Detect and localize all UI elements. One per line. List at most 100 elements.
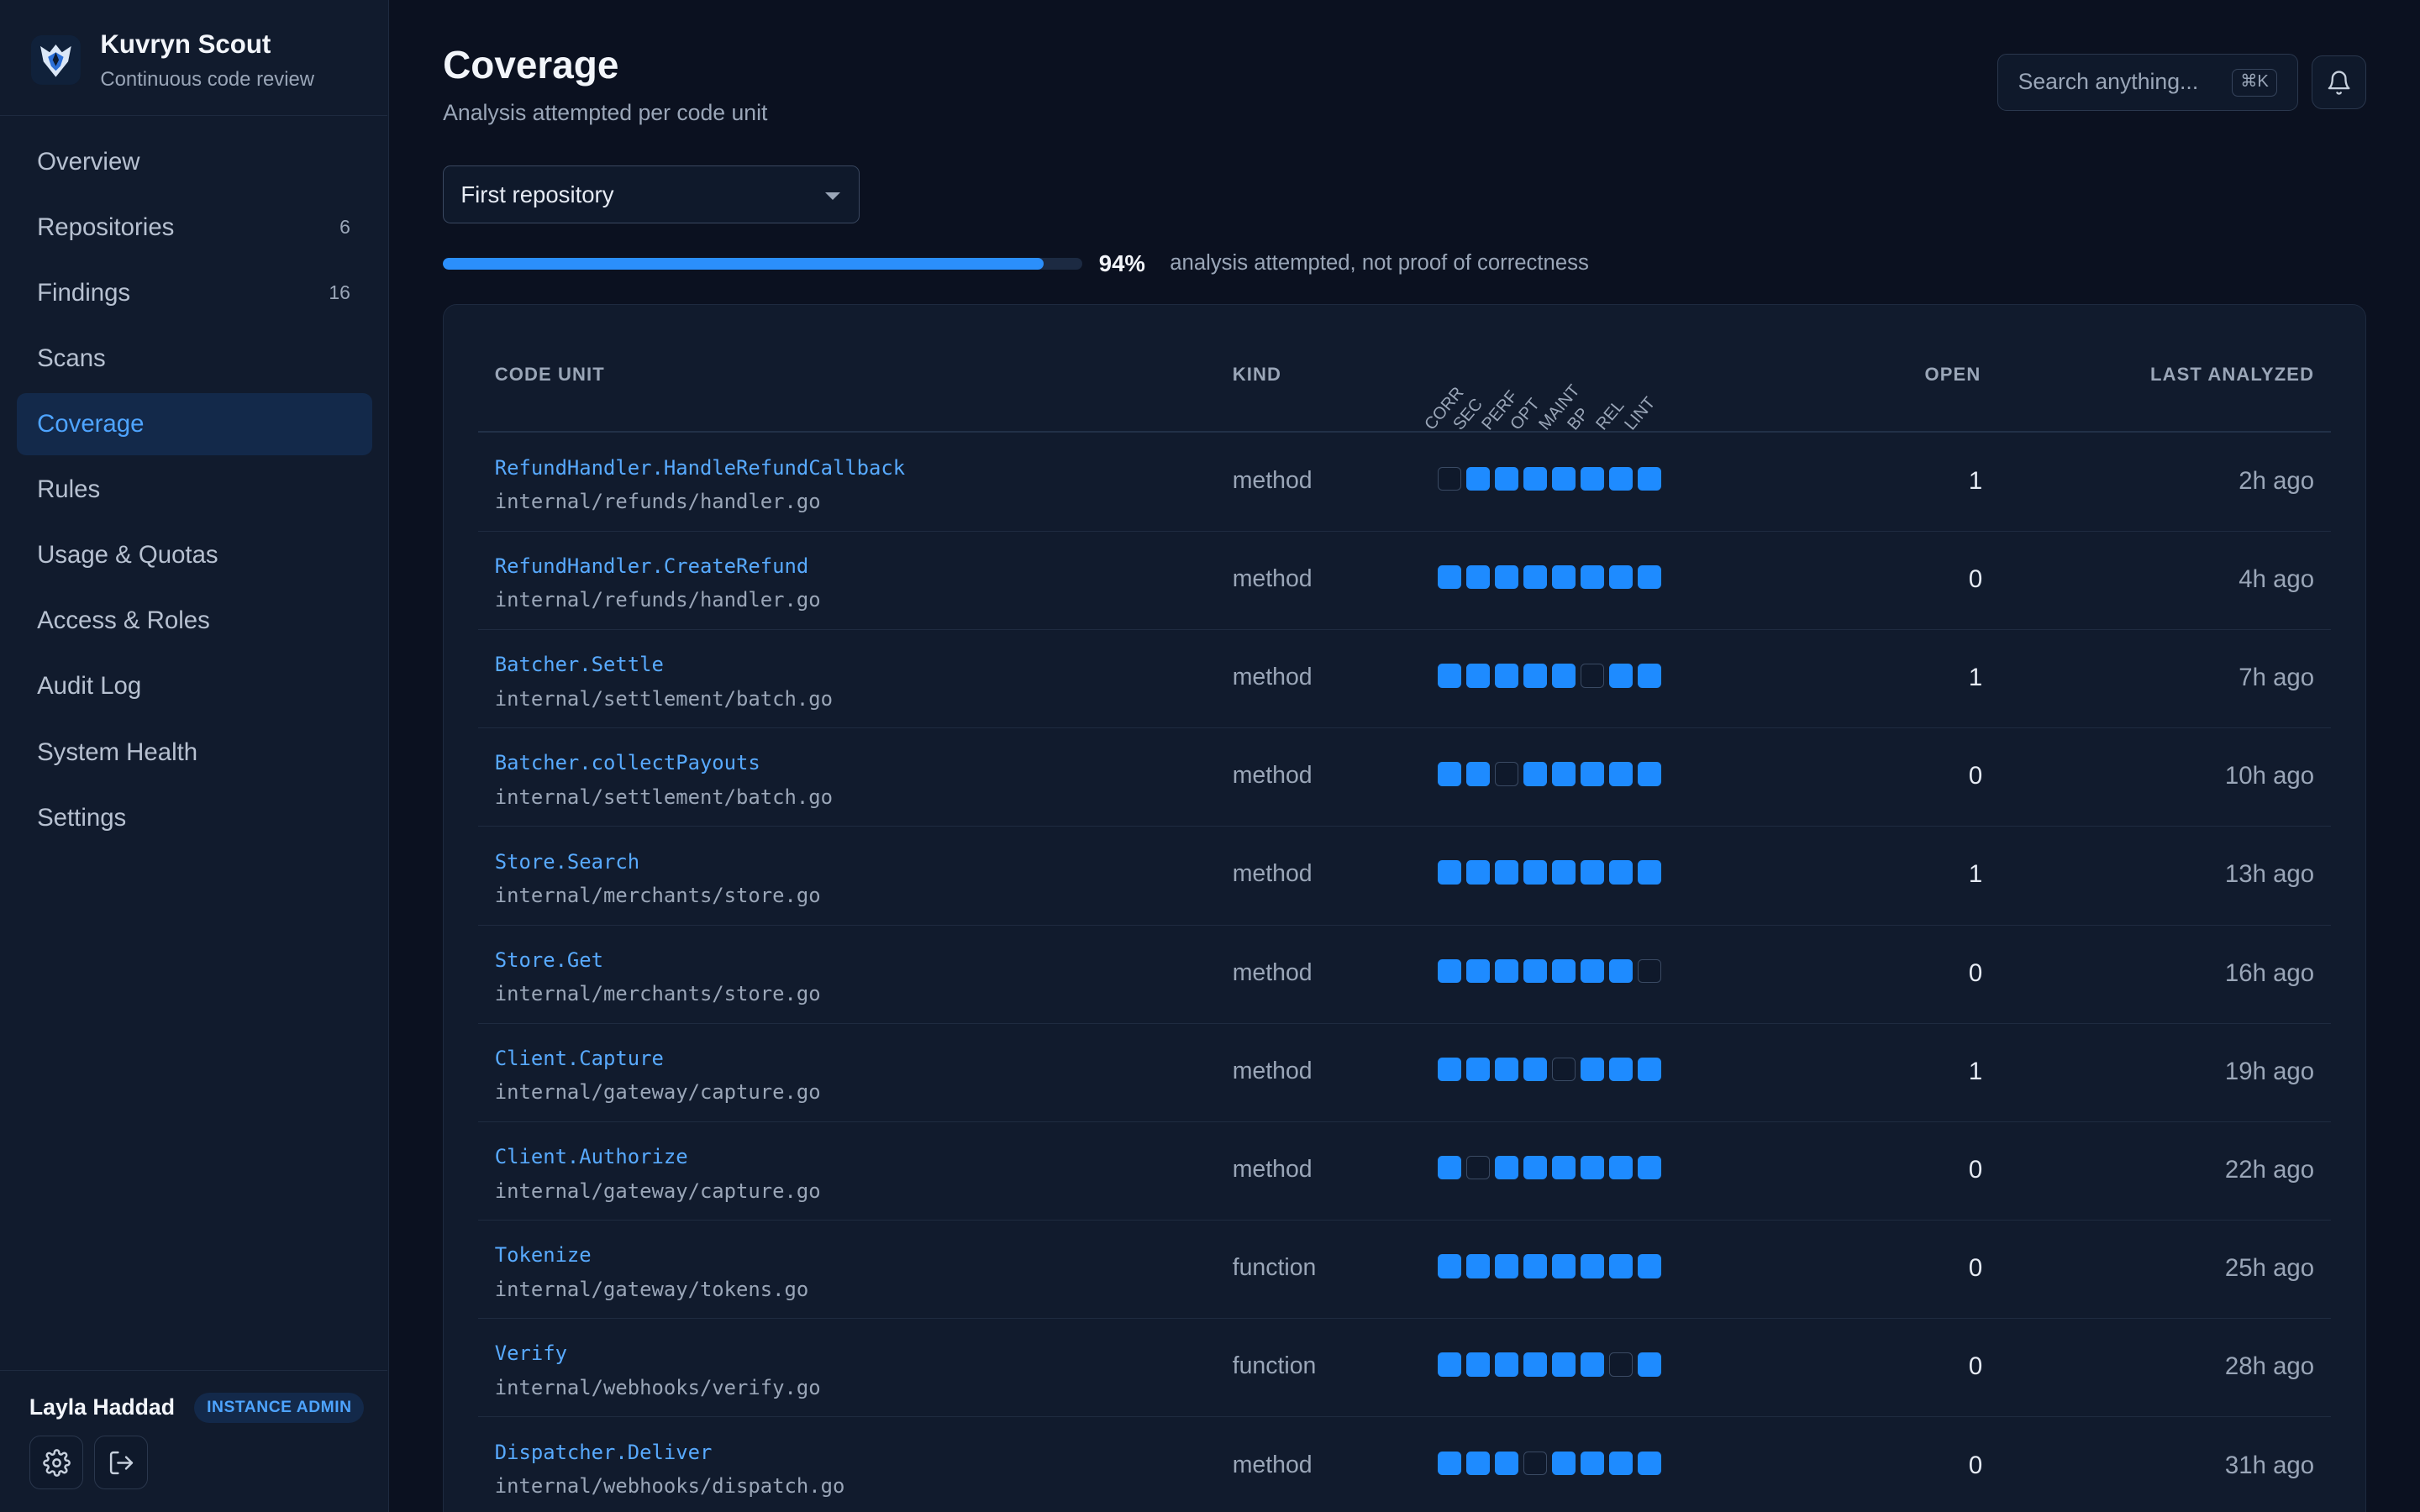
- coverage-cell-lint[interactable]: [1637, 1155, 1662, 1180]
- coverage-cell-corr[interactable]: [1437, 958, 1462, 984]
- table-row[interactable]: Store.Get internal/merchants/store.go meth…: [477, 925, 2332, 1024]
- sidebar-item-repositories[interactable]: Repositories 6: [17, 197, 371, 258]
- code-unit-link[interactable]: Batcher.Settle: [495, 653, 664, 676]
- coverage-cell-lint[interactable]: [1637, 958, 1662, 984]
- coverage-cell-rel[interactable]: [1608, 958, 1634, 984]
- coverage-cell-maint[interactable]: [1551, 1155, 1576, 1180]
- coverage-cell-lint[interactable]: [1637, 1057, 1662, 1082]
- coverage-cell-opt[interactable]: [1523, 958, 1548, 984]
- coverage-cell-opt[interactable]: [1523, 1057, 1548, 1082]
- coverage-cell-lint[interactable]: [1637, 860, 1662, 885]
- coverage-cell-lint[interactable]: [1637, 664, 1662, 688]
- coverage-cell-lint[interactable]: [1637, 466, 1662, 491]
- coverage-cell-bp[interactable]: [1580, 1254, 1605, 1278]
- coverage-cell-sec[interactable]: [1465, 1254, 1491, 1278]
- sidebar-item-access-roles[interactable]: Access & Roles: [17, 590, 371, 651]
- coverage-cell-opt[interactable]: [1523, 1352, 1548, 1377]
- coverage-cell-sec[interactable]: [1465, 762, 1491, 786]
- table-row[interactable]: RefundHandler.CreateRefund internal/refun…: [477, 531, 2332, 630]
- coverage-cell-perf[interactable]: [1494, 860, 1519, 885]
- coverage-cell-perf[interactable]: [1494, 466, 1519, 491]
- code-unit-link[interactable]: Verify: [495, 1341, 567, 1365]
- coverage-cell-maint[interactable]: [1551, 1451, 1576, 1475]
- coverage-cell-sec[interactable]: [1465, 1057, 1491, 1082]
- coverage-cell-perf[interactable]: [1494, 564, 1519, 590]
- coverage-cell-corr[interactable]: [1437, 466, 1462, 491]
- coverage-cell-corr[interactable]: [1437, 1352, 1462, 1377]
- coverage-cell-maint[interactable]: [1551, 564, 1576, 590]
- table-row[interactable]: Batcher.Settle internal/settlement/batch.…: [477, 630, 2332, 729]
- coverage-cell-opt[interactable]: [1523, 860, 1548, 885]
- table-row[interactable]: Dispatcher.Deliver internal/webhooks/disp…: [478, 1417, 2332, 1512]
- coverage-cell-corr[interactable]: [1437, 860, 1462, 885]
- sidebar-item-rules[interactable]: Rules: [17, 459, 371, 520]
- coverage-cell-maint[interactable]: [1551, 860, 1576, 885]
- coverage-cell-lint[interactable]: [1637, 1451, 1662, 1475]
- coverage-cell-bp[interactable]: [1580, 958, 1605, 984]
- sidebar-item-findings[interactable]: Findings 16: [17, 262, 371, 323]
- coverage-cell-rel[interactable]: [1608, 1254, 1634, 1278]
- table-row[interactable]: Batcher.collectPayouts internal/settlemen…: [477, 728, 2332, 827]
- coverage-cell-bp[interactable]: [1580, 1451, 1605, 1475]
- coverage-cell-bp[interactable]: [1580, 664, 1605, 688]
- code-unit-link[interactable]: RefundHandler.CreateRefund: [495, 554, 808, 578]
- coverage-cell-corr[interactable]: [1437, 1057, 1462, 1082]
- coverage-cell-rel[interactable]: [1608, 564, 1634, 590]
- coverage-cell-maint[interactable]: [1551, 1057, 1576, 1082]
- repository-select[interactable]: First repository: [443, 165, 860, 224]
- table-row[interactable]: RefundHandler.HandleRefundCallback intern…: [477, 433, 2332, 532]
- column-header-open[interactable]: OPEN: [1925, 364, 1981, 386]
- sidebar-item-overview[interactable]: Overview: [17, 131, 371, 192]
- coverage-cell-bp[interactable]: [1580, 860, 1605, 885]
- notifications-button[interactable]: [2312, 55, 2366, 110]
- coverage-cell-lint[interactable]: [1637, 1254, 1662, 1278]
- coverage-cell-rel[interactable]: [1608, 664, 1634, 688]
- coverage-cell-maint[interactable]: [1551, 958, 1576, 984]
- coverage-cell-lint[interactable]: [1637, 564, 1662, 590]
- coverage-cell-sec[interactable]: [1465, 664, 1491, 688]
- sidebar-item-settings[interactable]: Settings: [17, 787, 371, 848]
- coverage-cell-corr[interactable]: [1437, 1155, 1462, 1180]
- coverage-cell-perf[interactable]: [1494, 762, 1519, 786]
- coverage-cell-opt[interactable]: [1523, 466, 1548, 491]
- coverage-cell-sec[interactable]: [1465, 958, 1491, 984]
- coverage-cell-perf[interactable]: [1494, 1057, 1519, 1082]
- coverage-cell-sec[interactable]: [1465, 1155, 1491, 1180]
- sidebar-item-audit-log[interactable]: Audit Log: [17, 655, 371, 717]
- coverage-cell-perf[interactable]: [1494, 958, 1519, 984]
- coverage-cell-opt[interactable]: [1523, 762, 1548, 786]
- coverage-cell-maint[interactable]: [1551, 1352, 1576, 1377]
- table-row[interactable]: Verify internal/webhooks/verify.go functio…: [477, 1319, 2332, 1418]
- coverage-cell-bp[interactable]: [1580, 1057, 1605, 1082]
- coverage-cell-sec[interactable]: [1465, 564, 1491, 590]
- column-header-code-unit[interactable]: CODE UNIT: [495, 364, 605, 386]
- coverage-cell-corr[interactable]: [1437, 664, 1462, 688]
- code-unit-link[interactable]: Tokenize: [495, 1243, 592, 1267]
- coverage-cell-sec[interactable]: [1465, 466, 1491, 491]
- coverage-cell-rel[interactable]: [1608, 1451, 1634, 1475]
- column-header-kind[interactable]: KIND: [1233, 364, 1281, 386]
- sidebar-item-system-health[interactable]: System Health: [17, 722, 371, 783]
- coverage-cell-maint[interactable]: [1551, 664, 1576, 688]
- code-unit-link[interactable]: Batcher.collectPayouts: [495, 751, 760, 774]
- coverage-cell-opt[interactable]: [1523, 664, 1548, 688]
- coverage-cell-rel[interactable]: [1608, 762, 1634, 786]
- coverage-cell-perf[interactable]: [1494, 1254, 1519, 1278]
- coverage-cell-corr[interactable]: [1437, 1451, 1462, 1475]
- coverage-cell-perf[interactable]: [1494, 1155, 1519, 1180]
- coverage-cell-bp[interactable]: [1580, 1155, 1605, 1180]
- coverage-cell-opt[interactable]: [1523, 1451, 1548, 1475]
- coverage-cell-opt[interactable]: [1523, 1155, 1548, 1180]
- code-unit-link[interactable]: RefundHandler.HandleRefundCallback: [495, 456, 905, 480]
- coverage-cell-sec[interactable]: [1465, 1352, 1491, 1377]
- search-input[interactable]: [2018, 55, 2219, 109]
- user-settings-button[interactable]: [29, 1436, 84, 1490]
- coverage-cell-maint[interactable]: [1551, 762, 1576, 786]
- coverage-cell-maint[interactable]: [1551, 466, 1576, 491]
- coverage-cell-rel[interactable]: [1608, 1057, 1634, 1082]
- coverage-cell-corr[interactable]: [1437, 762, 1462, 786]
- sidebar-item-scans[interactable]: Scans: [17, 328, 371, 389]
- coverage-cell-lint[interactable]: [1637, 762, 1662, 786]
- column-header-last-analyzed[interactable]: LAST ANALYZED: [2150, 364, 2314, 386]
- coverage-cell-rel[interactable]: [1608, 1155, 1634, 1180]
